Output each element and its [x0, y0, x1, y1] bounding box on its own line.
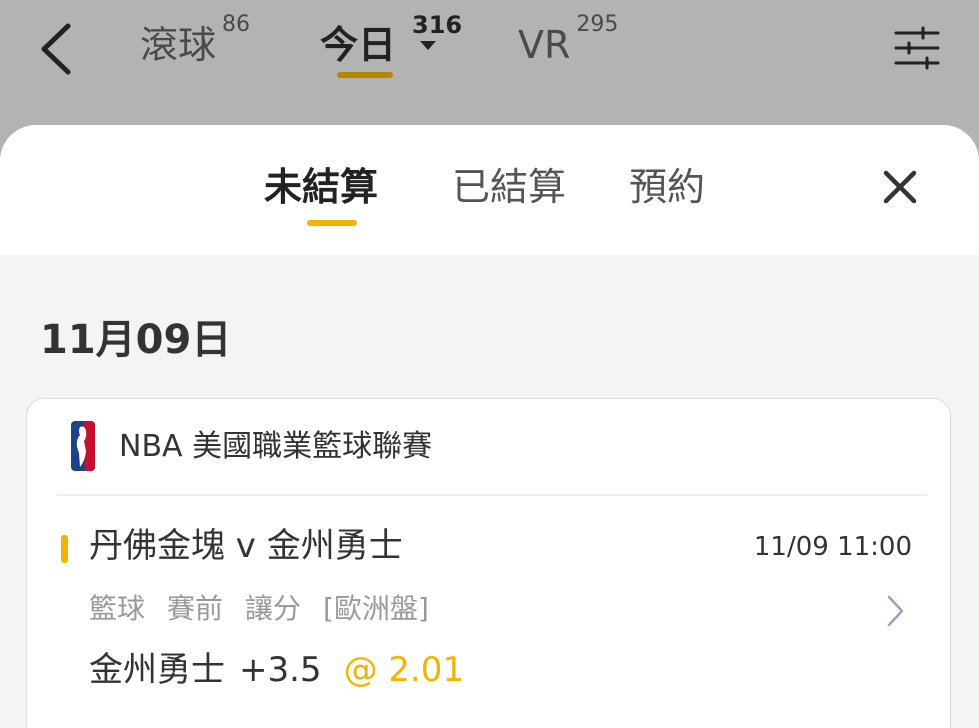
bet-card[interactable]: NBA 美國職業籃球聯賽 丹佛金塊 v 金州勇士 11/09 11:00 籃球 … [26, 398, 951, 728]
nba-logo-icon [71, 421, 95, 471]
phase-label: 賽前 [167, 592, 224, 625]
tab-reserved[interactable]: 預約 [629, 163, 705, 211]
close-button[interactable] [878, 165, 922, 209]
active-tab-indicator [337, 72, 393, 78]
match-name: 丹佛金塊 v 金州勇士 [89, 526, 403, 566]
divider [57, 494, 927, 496]
tab-live[interactable]: 滾球 86 [140, 14, 250, 70]
odds-type-label: [歐洲盤] [323, 592, 429, 625]
selection-odds: @ 2.01 [343, 650, 465, 690]
back-button[interactable] [36, 20, 80, 78]
filter-button[interactable] [893, 24, 941, 72]
league-row: NBA 美國職業籃球聯賽 [27, 399, 952, 495]
tab-today-count: 316 [412, 11, 463, 39]
date-heading: 11月09日 [40, 317, 232, 363]
tab-today[interactable]: 今日 316 [320, 13, 462, 70]
match-time: 11/09 11:00 [753, 532, 912, 562]
top-nav: 滾球 86 今日 316 VR 295 [0, 0, 979, 125]
bet-meta: 籃球 賽前 讓分 [歐洲盤] [89, 589, 451, 629]
tab-live-count: 86 [222, 12, 251, 37]
tab-vr-label: VR [518, 23, 571, 67]
sliders-icon [894, 26, 940, 70]
tab-unsettled[interactable]: 未結算 [264, 163, 378, 211]
close-icon [883, 170, 917, 204]
caret-down-icon[interactable] [420, 41, 436, 50]
bets-sheet: 未結算 已結算 預約 11月09日 NBA 美國職業籃球聯賽 丹佛金塊 v 金州… [0, 125, 979, 728]
selection-handicap: +3.5 [239, 650, 322, 690]
tab-live-label: 滾球 [140, 23, 217, 67]
status-indicator [61, 535, 68, 563]
active-tab-indicator [307, 220, 357, 226]
sheet-header: 未結算 已結算 預約 [0, 125, 979, 255]
tab-vr-count: 295 [576, 12, 619, 37]
tab-today-label: 今日 [320, 23, 397, 67]
league-name: NBA 美國職業籃球聯賽 [119, 429, 433, 464]
tab-vr[interactable]: VR 295 [518, 14, 618, 70]
bet-selection: 金州勇士 +3.5 @ 2.01 [89, 647, 464, 693]
selection-team: 金州勇士 [89, 650, 225, 690]
tab-settled[interactable]: 已結算 [452, 163, 566, 211]
market-label: 讓分 [245, 592, 302, 625]
chevron-right-icon[interactable] [884, 594, 906, 628]
chevron-left-icon [41, 23, 71, 75]
sport-label: 籃球 [89, 592, 146, 625]
